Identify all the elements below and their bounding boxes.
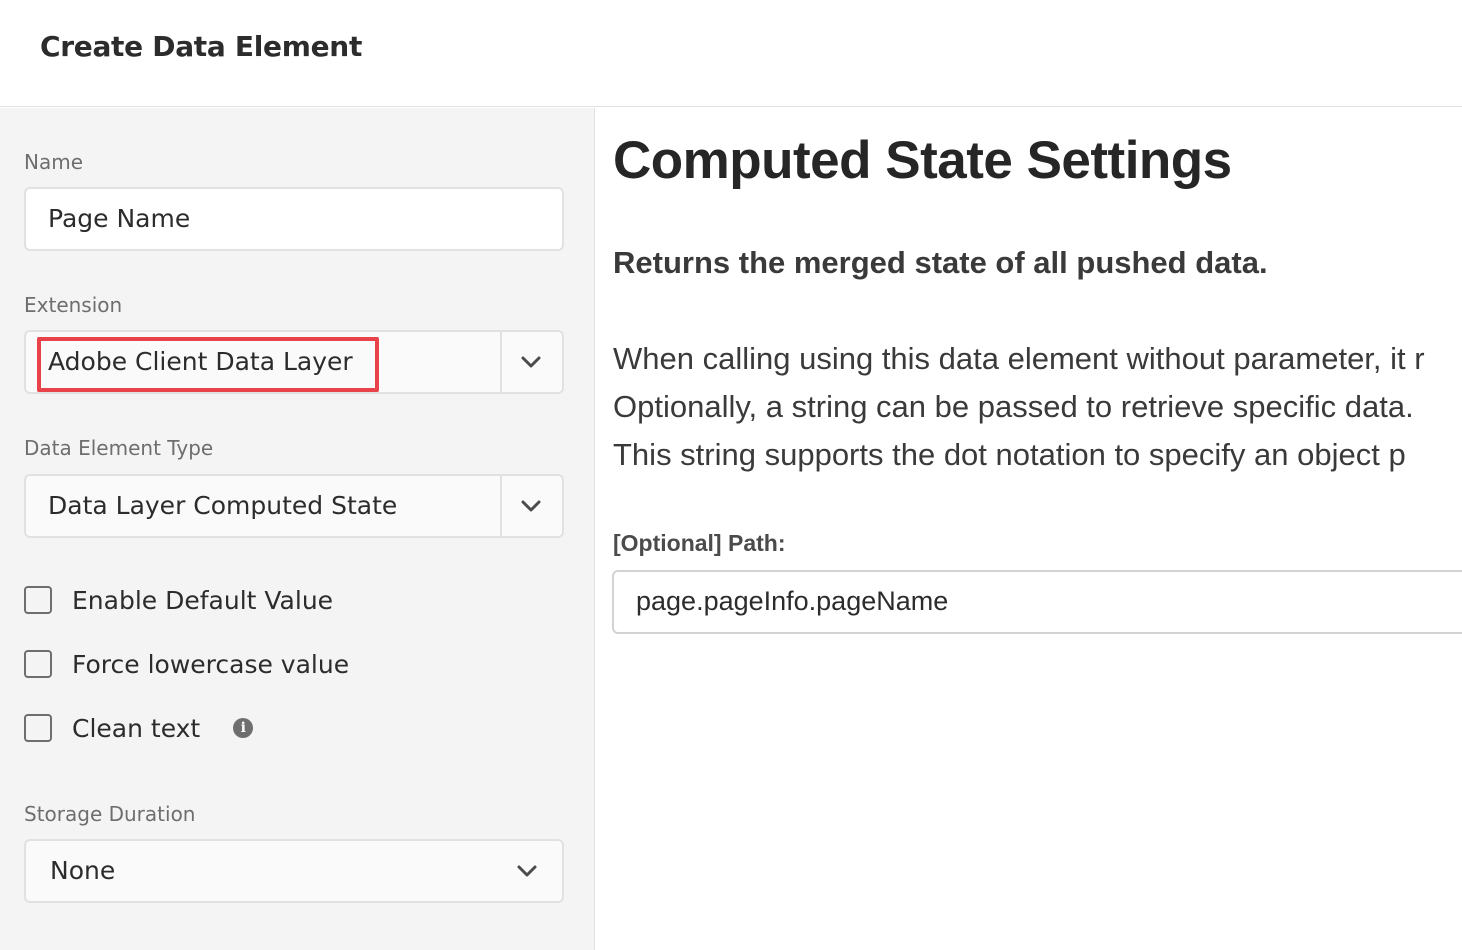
description-line: Optionally, a string can be passed to re…: [613, 389, 1414, 424]
data-element-type-label: Data Element Type: [24, 436, 214, 460]
checkbox-label: Force lowercase value: [72, 649, 350, 679]
name-label: Name: [24, 150, 84, 174]
storage-duration-value: None: [50, 856, 116, 885]
picker-divider: [500, 476, 502, 536]
settings-title: Computed State Settings: [613, 131, 1232, 190]
info-icon[interactable]: i: [233, 718, 254, 738]
description-line: When calling using this data element wit…: [613, 341, 1425, 376]
storage-duration-picker[interactable]: None: [24, 839, 564, 903]
description-line: This string supports the dot notation to…: [613, 437, 1406, 472]
name-field-value: Page Name: [48, 204, 191, 233]
extension-label: Extension: [24, 293, 123, 317]
picker-divider: [500, 332, 502, 392]
data-element-type-picker[interactable]: Data Layer Computed State: [24, 474, 564, 538]
chevron-down-icon[interactable]: [518, 349, 544, 375]
enable-default-value-checkbox[interactable]: [24, 586, 52, 614]
force-lowercase-option[interactable]: Force lowercase value: [24, 647, 349, 681]
page-title: Create Data Element: [40, 30, 363, 63]
extension-highlight-box: [37, 337, 379, 392]
checkbox-label: Clean text: [72, 713, 201, 743]
chevron-down-icon: [517, 865, 537, 877]
chevron-down-icon[interactable]: [518, 493, 544, 519]
storage-duration-label: Storage Duration: [24, 802, 196, 826]
path-label: [Optional] Path:: [613, 530, 786, 556]
left-panel: Name Page Name Extension Adobe Client Da…: [0, 108, 595, 950]
data-element-type-value: Data Layer Computed State: [48, 491, 398, 520]
clean-text-option[interactable]: Clean text i: [24, 711, 254, 745]
settings-subtitle: Returns the merged state of all pushed d…: [613, 245, 1268, 280]
path-input-value: page.pageInfo.pageName: [636, 586, 949, 616]
clean-text-checkbox[interactable]: [24, 714, 52, 742]
settings-panel: Computed State Settings Returns the merg…: [596, 108, 1462, 950]
checkbox-label: Enable Default Value: [72, 585, 334, 615]
path-input[interactable]: page.pageInfo.pageName: [612, 570, 1462, 634]
header: Create Data Element: [0, 0, 1462, 107]
enable-default-value-option[interactable]: Enable Default Value: [24, 583, 333, 617]
name-field[interactable]: Page Name: [24, 187, 564, 251]
force-lowercase-checkbox[interactable]: [24, 650, 52, 678]
